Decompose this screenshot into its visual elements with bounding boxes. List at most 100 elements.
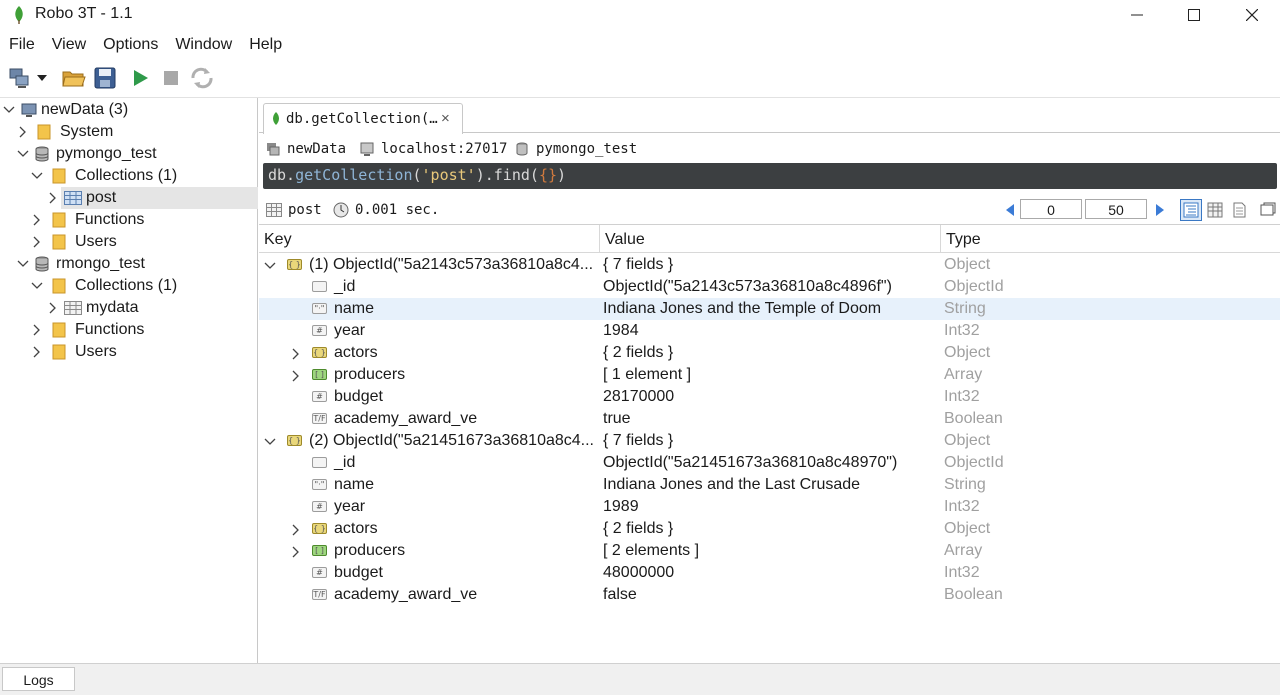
collection-table-icon: [64, 190, 82, 206]
tree-node-users[interactable]: Users: [0, 341, 258, 363]
chevron-right-icon[interactable]: [31, 324, 43, 336]
menu-file[interactable]: File: [0, 33, 43, 57]
chevron-right-icon[interactable]: [290, 545, 302, 558]
table-row[interactable]: { } (1) ObjectId("5a2143c573a36810a8c4..…: [259, 254, 1280, 276]
object-icon: { }: [287, 259, 302, 270]
number-icon: #: [312, 501, 327, 512]
row-value: { 2 fields }: [603, 344, 674, 361]
row-value: 1989: [603, 498, 639, 515]
table-row[interactable]: T/F academy_award_ve false Boolean: [259, 584, 1280, 606]
connect-icon[interactable]: [6, 64, 34, 92]
table-row[interactable]: # year 1989 Int32: [259, 496, 1280, 518]
tree-node-collections[interactable]: Collections (1): [0, 275, 258, 297]
row-type: Object: [944, 344, 991, 361]
chevron-right-icon[interactable]: [290, 523, 302, 536]
text-view-button[interactable]: [1228, 199, 1250, 221]
column-separator[interactable]: [940, 225, 941, 253]
column-header-type[interactable]: Type: [946, 231, 981, 249]
folder-icon: [51, 322, 67, 338]
chevron-down-icon[interactable]: [31, 170, 43, 182]
chevron-right-icon[interactable]: [290, 347, 302, 360]
row-key: year: [334, 498, 366, 515]
tree-node-database[interactable]: rmongo_test: [0, 253, 258, 275]
chevron-right-icon[interactable]: [17, 126, 29, 138]
chevron-down-icon[interactable]: [17, 258, 29, 270]
skip-input[interactable]: 0: [1020, 199, 1082, 219]
tree-node-collection-post[interactable]: post: [0, 187, 258, 209]
collection-table-icon: [64, 300, 82, 316]
execute-icon[interactable]: [126, 64, 154, 92]
table-row[interactable]: "·" name Indiana Jones and the Last Crus…: [259, 474, 1280, 496]
row-type: Array: [944, 542, 983, 559]
chevron-right-icon[interactable]: [31, 214, 43, 226]
menu-options[interactable]: Options: [94, 33, 166, 57]
maximize-results-button[interactable]: [1257, 199, 1279, 221]
chevron-down-icon[interactable]: [264, 259, 276, 271]
folder-icon: [51, 168, 67, 184]
logs-tab[interactable]: Logs: [2, 667, 75, 691]
tree-node-functions[interactable]: Functions: [0, 319, 258, 341]
query-braces: {}: [538, 166, 557, 184]
chevron-right-icon[interactable]: [290, 369, 302, 382]
close-tab-icon[interactable]: ×: [441, 110, 450, 127]
table-row[interactable]: [ ] producers [ 1 element ] Array: [259, 364, 1280, 386]
table-row[interactable]: # budget 48000000 Int32: [259, 562, 1280, 584]
tree-node-database[interactable]: pymongo_test: [0, 143, 258, 165]
open-icon[interactable]: [60, 64, 88, 92]
chevron-down-icon[interactable]: [3, 104, 15, 116]
chevron-right-icon[interactable]: [47, 302, 59, 314]
tree-node-users[interactable]: Users: [0, 231, 258, 253]
table-row[interactable]: _id ObjectId("5a2143c573a36810a8c4896f")…: [259, 276, 1280, 298]
column-separator[interactable]: [599, 225, 600, 253]
chevron-right-icon[interactable]: [31, 346, 43, 358]
query-pane: db.getCollection(… × newData localhost:2…: [259, 98, 1280, 663]
refresh-icon[interactable]: [188, 64, 216, 92]
chevron-down-icon[interactable]: [17, 148, 29, 160]
query-argument: 'post': [421, 166, 476, 184]
table-row[interactable]: { } actors { 2 fields } Object: [259, 342, 1280, 364]
chevron-right-icon[interactable]: [31, 236, 43, 248]
chevron-down-icon[interactable]: [264, 435, 276, 447]
table-row[interactable]: { } (2) ObjectId("5a21451673a36810a8c4..…: [259, 430, 1280, 452]
limit-input[interactable]: 50: [1085, 199, 1147, 219]
next-page-icon[interactable]: [1154, 203, 1166, 217]
save-icon[interactable]: [91, 64, 119, 92]
row-key: (2) ObjectId("5a21451673a36810a8c4...: [309, 432, 594, 449]
table-row[interactable]: _id ObjectId("5a21451673a36810a8c48970")…: [259, 452, 1280, 474]
stop-icon[interactable]: [157, 64, 185, 92]
row-value: [ 1 element ]: [603, 366, 692, 383]
table-row[interactable]: "·" name Indiana Jones and the Temple of…: [259, 298, 1280, 320]
tree-node-collection-mydata[interactable]: mydata: [0, 297, 258, 319]
tree-node-functions[interactable]: Functions: [0, 209, 258, 231]
tab-query[interactable]: db.getCollection(… ×: [263, 103, 463, 134]
chevron-right-icon[interactable]: [47, 192, 59, 204]
table-row[interactable]: # budget 28170000 Int32: [259, 386, 1280, 408]
menu-help[interactable]: Help: [240, 33, 290, 57]
table-view-button[interactable]: [1204, 199, 1226, 221]
tree-view-button[interactable]: [1180, 199, 1202, 221]
chevron-down-icon[interactable]: [31, 280, 43, 292]
close-window-button[interactable]: [1223, 0, 1280, 30]
query-function: getCollection: [295, 166, 413, 184]
previous-page-icon[interactable]: [1004, 203, 1016, 217]
minimize-button[interactable]: [1108, 0, 1166, 30]
tree-node-collections[interactable]: Collections (1): [0, 165, 258, 187]
dropdown-icon[interactable]: [34, 64, 50, 92]
tree-node-server[interactable]: newData (3): [0, 99, 258, 121]
table-row[interactable]: # year 1984 Int32: [259, 320, 1280, 342]
menu-window[interactable]: Window: [166, 33, 240, 57]
server-small-icon: [267, 143, 280, 156]
server-icon: [21, 102, 37, 118]
row-type: Int32: [944, 388, 980, 405]
query-editor[interactable]: db.getCollection('post').find({}): [263, 163, 1277, 189]
column-header-key[interactable]: Key: [264, 231, 292, 249]
table-row[interactable]: T/F academy_award_ve true Boolean: [259, 408, 1280, 430]
robo3t-leaf-icon: [11, 5, 27, 25]
query-find: ).find(: [475, 166, 539, 184]
maximize-button[interactable]: [1165, 0, 1223, 30]
column-header-value[interactable]: Value: [605, 231, 645, 249]
tree-node-system[interactable]: System: [0, 121, 258, 143]
menu-view[interactable]: View: [43, 33, 94, 57]
table-row[interactable]: { } actors { 2 fields } Object: [259, 518, 1280, 540]
table-row[interactable]: [ ] producers [ 2 elements ] Array: [259, 540, 1280, 562]
